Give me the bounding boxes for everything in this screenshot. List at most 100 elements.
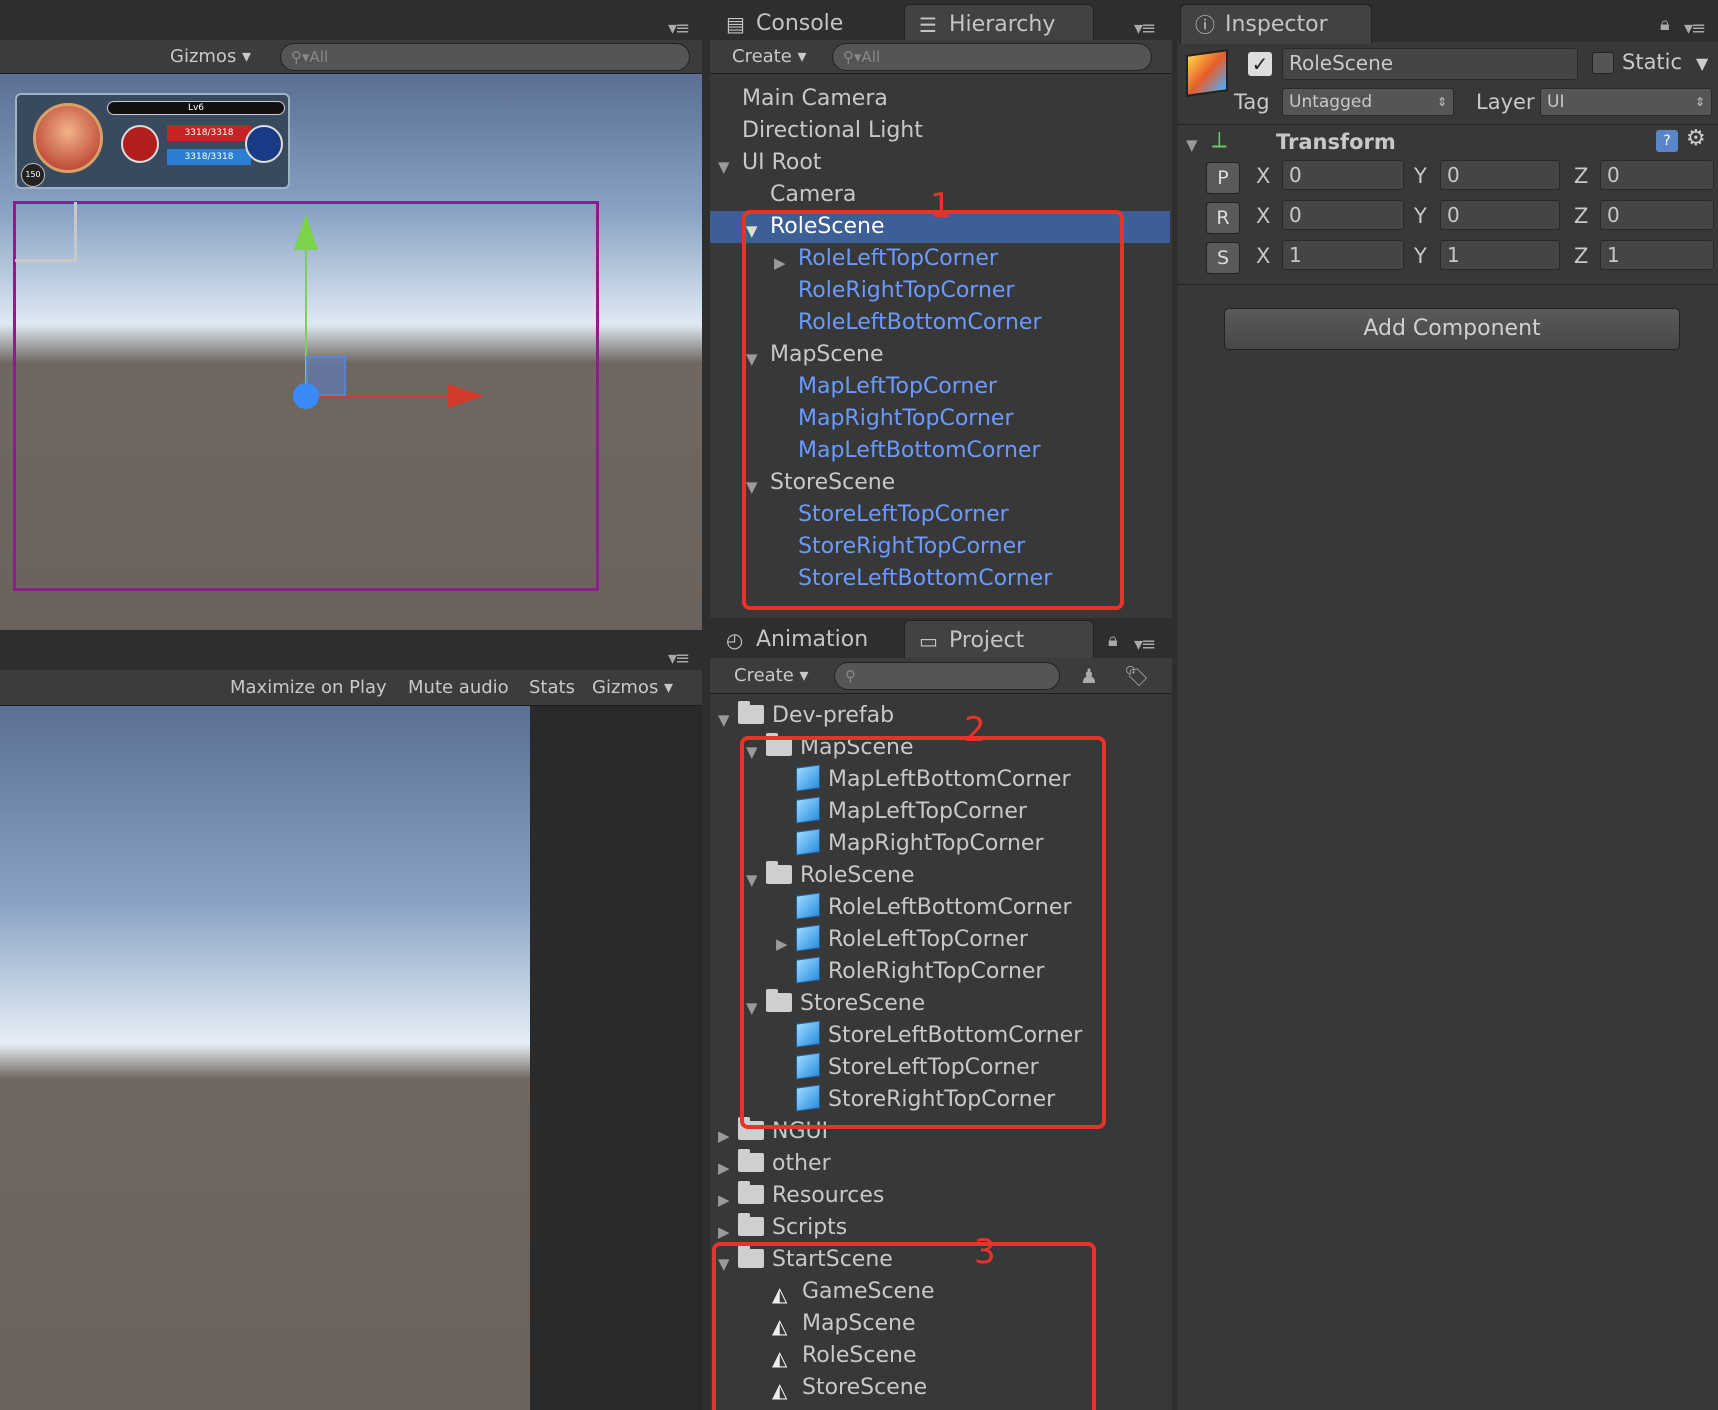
scene-search-input[interactable]: ⚲▾All <box>280 43 690 71</box>
reset-position-button[interactable]: P <box>1206 162 1240 194</box>
game-panel-menu-icon[interactable]: ▾≡ <box>668 648 690 669</box>
collapse-transform-icon[interactable]: ▼ <box>1186 136 1198 154</box>
scale-z-field[interactable]: 1 <box>1600 240 1714 270</box>
project-menu-icon[interactable]: ▾≡ <box>1134 634 1156 655</box>
axis-label-x: X <box>1256 204 1271 228</box>
axis-label-y: Y <box>1414 164 1427 188</box>
rotation-z-field[interactable]: 0 <box>1600 200 1714 230</box>
tab-inspector[interactable]: ⓘ Inspector <box>1180 4 1372 44</box>
scale-x-field[interactable]: 1 <box>1282 240 1404 270</box>
game-toolbar: Maximize on Play Mute audio Stats Gizmos… <box>0 670 702 706</box>
game-viewport[interactable] <box>0 706 530 1410</box>
tag-dropdown[interactable]: Untagged ⇕ <box>1282 88 1454 116</box>
folder-icon <box>738 701 764 724</box>
position-x-field[interactable]: 0 <box>1282 160 1404 190</box>
project-search-input[interactable]: ⚲ <box>834 662 1060 690</box>
animation-icon: ◴ <box>726 628 744 652</box>
settings-gear-icon[interactable]: ⚙ <box>1686 126 1706 151</box>
axis-label-x: X <box>1256 164 1271 188</box>
gameobject-icon <box>1186 49 1228 97</box>
layer-label: Layer <box>1476 90 1535 114</box>
hierarchy-create-dropdown[interactable]: Create ▾ <box>732 42 807 72</box>
hierarchy-toolbar: Create ▾ ⚲▾All <box>710 40 1172 74</box>
player-avatar <box>33 103 103 173</box>
reset-rotation-button[interactable]: R <box>1206 202 1240 234</box>
inspector-divider <box>1178 284 1718 285</box>
project-create-dropdown[interactable]: Create ▾ <box>734 661 809 691</box>
mp-bar: 3318/3318 <box>167 149 251 165</box>
static-dropdown-arrow-icon[interactable]: ▼ <box>1696 54 1708 73</box>
mute-audio-button[interactable]: Mute audio <box>408 673 509 703</box>
pivot-point[interactable] <box>293 383 319 409</box>
expand-ui-root-icon[interactable]: ▼ <box>718 151 730 183</box>
folder-icon <box>738 1149 764 1172</box>
hierarchy-icon: ☰ <box>919 13 937 37</box>
hierarchy-search-input[interactable]: ⚲▾All <box>832 43 1152 71</box>
layer-dropdown[interactable]: UI ⇕ <box>1540 88 1712 116</box>
reset-scale-button[interactable]: S <box>1206 242 1240 274</box>
game-gizmos-dropdown[interactable]: Gizmos ▾ <box>592 673 673 703</box>
rotation-y-field[interactable]: 0 <box>1440 200 1560 230</box>
annotation-box-2 <box>740 736 1106 1129</box>
axis-label-z: Z <box>1574 204 1589 228</box>
scale-y-field[interactable]: 1 <box>1440 240 1560 270</box>
position-z-field[interactable]: 0 <box>1600 160 1714 190</box>
axis-label-y: Y <box>1414 244 1427 268</box>
tab-animation[interactable]: ◴ Animation <box>712 620 902 660</box>
expand-dev-prefab-icon[interactable]: ▼ <box>718 704 730 736</box>
position-y-field[interactable]: 0 <box>1440 160 1560 190</box>
rotation-x-field[interactable]: 0 <box>1282 200 1404 230</box>
proj-other-folder[interactable]: other <box>738 1148 831 1180</box>
unity-editor: ▾≡ Gizmos ▾ ⚲▾All Lv6 3318/3318 3318/331… <box>0 0 1718 1410</box>
proj-scripts-folder[interactable]: Scripts <box>738 1212 847 1244</box>
lock-icon[interactable]: 🔒︎ <box>1108 630 1118 651</box>
axis-label-z: Z <box>1574 244 1589 268</box>
gizmos-dropdown[interactable]: Gizmos ▾ <box>170 42 251 72</box>
hier-ui-root[interactable]: UI Root <box>742 147 821 179</box>
static-label: Static <box>1622 50 1683 74</box>
expand-resources-icon[interactable]: ▶ <box>718 1184 730 1216</box>
annotation-box-3 <box>712 1242 1096 1410</box>
level-bar: Lv6 <box>107 101 285 115</box>
annotation-label-2: 2 <box>964 710 986 750</box>
tab-console[interactable]: ▤ Console <box>712 4 902 44</box>
annotation-label-3: 3 <box>974 1232 996 1272</box>
hier-directional-light[interactable]: Directional Light <box>742 115 923 147</box>
hierarchy-menu-icon[interactable]: ▾≡ <box>1134 18 1156 39</box>
maximize-on-play-button[interactable]: Maximize on Play <box>230 673 387 703</box>
gameobject-name-input[interactable]: RoleScene <box>1282 48 1578 80</box>
inspector-panel: ⓘ Inspector 🔒︎ ▾≡ ✓ RoleScene Static ▼ Ta… <box>1178 0 1718 1410</box>
folder-icon <box>738 1181 764 1204</box>
proj-resources-folder[interactable]: Resources <box>738 1180 884 1212</box>
inspector-divider <box>1178 124 1718 125</box>
annotation-label-1: 1 <box>930 186 952 226</box>
tab-project[interactable]: ▭ Project <box>904 620 1094 660</box>
project-panel: ◴ Animation ▭ Project 🔒︎ ▾≡ Create ▾ ⚲ ♟ 🏷… <box>710 618 1172 1410</box>
proj-dev-prefab[interactable]: Dev-prefab <box>738 700 894 732</box>
project-toolbar: Create ▾ ⚲ ♟ 🏷︎ <box>710 658 1172 694</box>
info-icon: ⓘ <box>1195 13 1215 37</box>
hier-main-camera[interactable]: Main Camera <box>742 83 888 115</box>
transform-title: Transform <box>1276 130 1396 154</box>
active-checkbox[interactable]: ✓ <box>1248 52 1272 76</box>
scene-view-panel: ▾≡ Gizmos ▾ ⚲▾All Lv6 3318/3318 3318/331… <box>0 0 702 632</box>
level-badge: 150 <box>21 163 45 187</box>
tab-hierarchy[interactable]: ☰ Hierarchy <box>904 4 1094 44</box>
game-view-panel: ▾≡ Maximize on Play Mute audio Stats Giz… <box>0 636 702 1410</box>
x-axis-arrow-icon <box>448 384 484 408</box>
expand-other-icon[interactable]: ▶ <box>718 1152 730 1184</box>
expand-ngui-icon[interactable]: ▶ <box>718 1120 730 1152</box>
hier-camera[interactable]: Camera <box>770 179 856 211</box>
corner-widget <box>15 202 77 262</box>
inspector-lock-icon[interactable]: 🔒︎ <box>1660 14 1670 35</box>
stats-button[interactable]: Stats <box>529 673 575 703</box>
filter-by-type-icon[interactable]: ♟ <box>1080 664 1098 688</box>
inspector-menu-icon[interactable]: ▾≡ <box>1684 18 1706 39</box>
help-icon[interactable]: ? <box>1656 130 1678 152</box>
mp-orb-icon <box>245 125 283 163</box>
static-checkbox[interactable] <box>1592 52 1614 74</box>
filter-by-label-icon[interactable]: 🏷︎ <box>1124 664 1149 688</box>
folder-icon <box>738 1213 764 1236</box>
panel-menu-icon[interactable]: ▾≡ <box>668 18 690 39</box>
add-component-button[interactable]: Add Component <box>1224 308 1680 350</box>
